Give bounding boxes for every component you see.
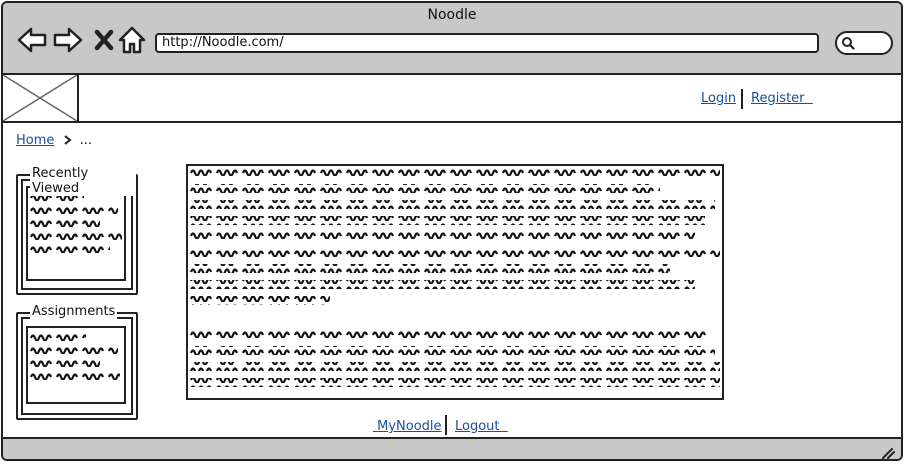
- chevron-right-icon: [63, 135, 72, 145]
- placeholder-text-line: [30, 244, 110, 253]
- status-bar: [3, 437, 901, 459]
- placeholder-text-line: [30, 358, 100, 367]
- resize-grip-icon[interactable]: [881, 447, 895, 459]
- home-icon[interactable]: [117, 25, 147, 55]
- placeholder-text-line: [30, 205, 118, 214]
- site-header: Login Register: [3, 75, 901, 123]
- register-label: Register: [751, 91, 805, 106]
- address-bar[interactable]: http://Noodle.com/: [155, 33, 819, 53]
- breadcrumb: Home ...: [16, 133, 92, 148]
- main-content-text: [186, 164, 724, 400]
- arrow-right-icon[interactable]: [53, 25, 83, 55]
- breadcrumb-home-link[interactable]: Home: [16, 133, 54, 148]
- recently-viewed-list: [26, 186, 126, 281]
- placeholder-text-line: [30, 345, 118, 354]
- header-separator: [741, 89, 743, 109]
- recently-viewed-title: Recently Viewed: [30, 166, 136, 196]
- mynoodle-label: MyNoodle: [377, 419, 442, 434]
- search-icon[interactable]: [841, 36, 855, 50]
- assignments-list: [26, 326, 126, 404]
- placeholder-text-line: [30, 231, 122, 240]
- search-box[interactable]: [835, 31, 893, 55]
- placeholder-text-line: [30, 218, 100, 227]
- browser-toolbar: Noodle http://Noodle.com/: [3, 3, 901, 75]
- image-placeholder-icon: [3, 75, 79, 121]
- breadcrumb-current: ...: [79, 133, 93, 148]
- window-title: Noodle: [427, 7, 477, 23]
- placeholder-text-line: [30, 332, 86, 341]
- logout-label: Logout: [455, 419, 500, 434]
- mynoodle-link[interactable]: MyNoodle: [373, 419, 442, 434]
- register-link[interactable]: Register: [751, 91, 813, 106]
- browser-window: Noodle http://Noodle.com/ Login Register: [1, 1, 903, 461]
- login-link[interactable]: Login: [701, 91, 736, 106]
- footer-separator: [445, 415, 447, 435]
- assignments-panel: Assignments: [16, 304, 138, 420]
- logout-link[interactable]: Logout: [455, 419, 508, 434]
- placeholder-paragraphs: [190, 168, 720, 387]
- placeholder-text-line: [30, 371, 120, 380]
- recently-viewed-panel: Recently Viewed: [16, 166, 138, 295]
- assignments-title: Assignments: [30, 304, 118, 319]
- arrow-left-icon[interactable]: [17, 25, 47, 55]
